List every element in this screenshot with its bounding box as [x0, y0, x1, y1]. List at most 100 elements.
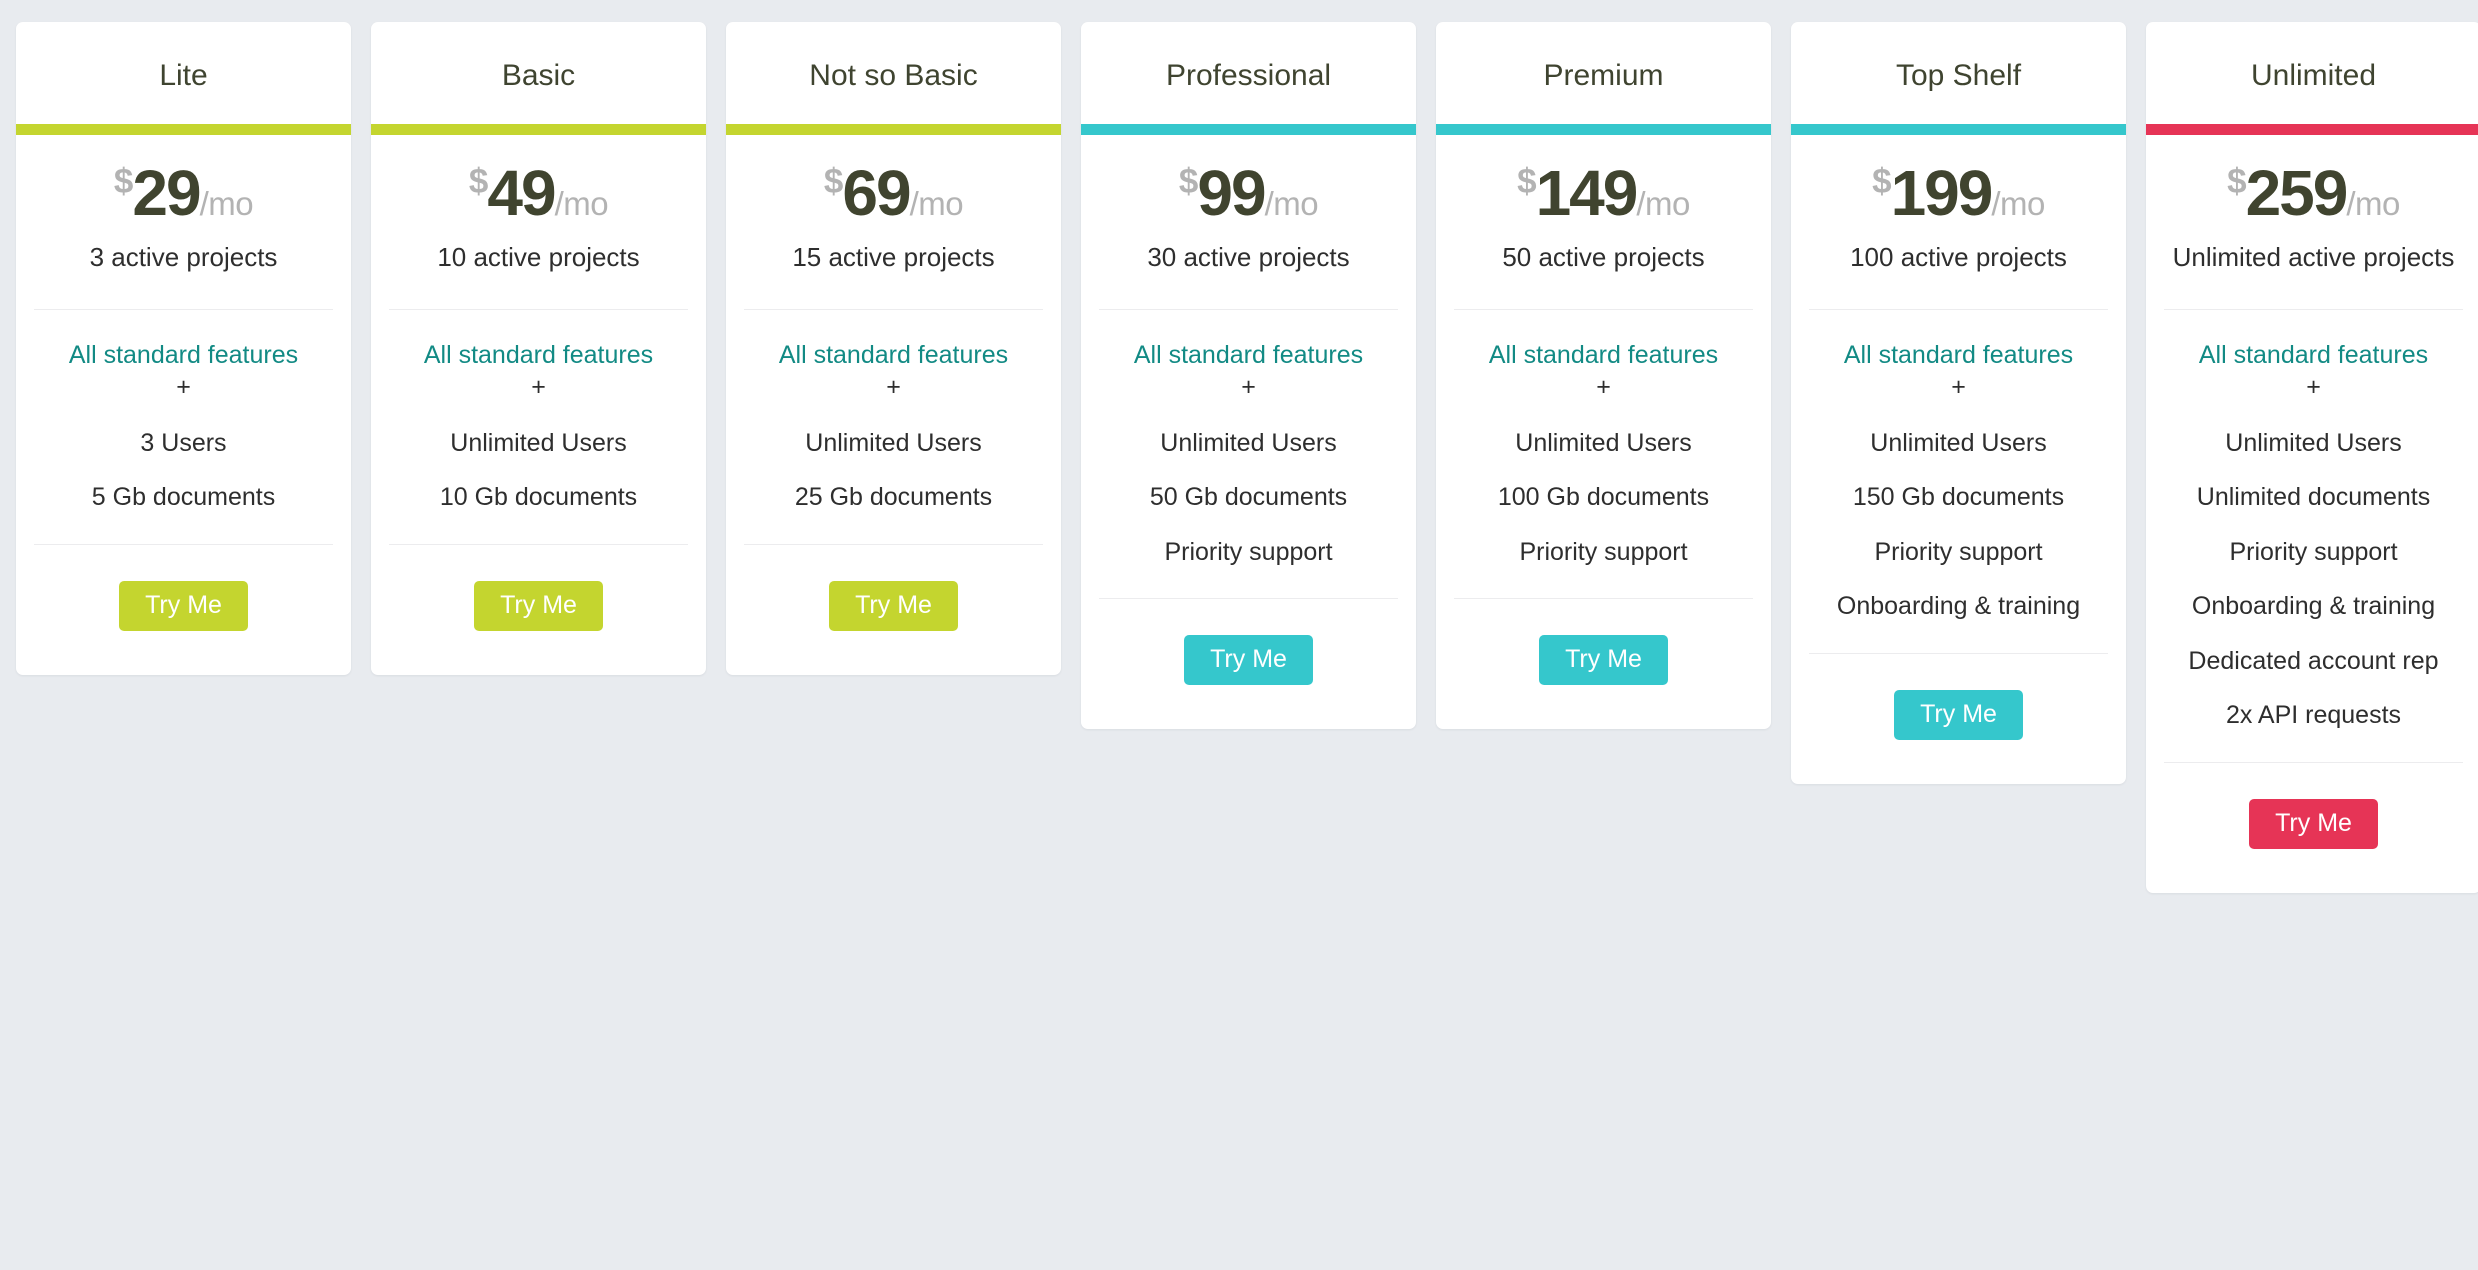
plan-features: All standard features + Unlimited Users 50 … [1081, 310, 1416, 599]
price-amount: 29 [132, 157, 201, 229]
plan-projects: 10 active projects [437, 242, 640, 272]
try-me-button[interactable]: Try Me [119, 580, 248, 631]
plan-features: All standard features +3 Users 5 Gb docume… [16, 310, 351, 544]
plan-card: Top Shelf $199/mo 100 active projects All s… [1791, 22, 2126, 784]
feature-head: All standard features [1488, 340, 1719, 369]
feature-item: Unlimited Users [2225, 428, 2402, 457]
plan-projects: 3 active projects [89, 242, 278, 272]
plan-projects: 50 active projects [1502, 242, 1705, 272]
price-row: $69/mo [742, 161, 1045, 225]
plan-projects: Unlimited active projects [2172, 242, 2455, 272]
plan-projects: 30 active projects [1147, 242, 1350, 272]
try-me-button[interactable]: Try Me [829, 580, 958, 631]
feature-plus: + [531, 373, 546, 402]
feature-item: 2x API requests [2225, 701, 2402, 730]
feature-item: 100 Gb documents [1497, 483, 1710, 512]
plan-price-block: $149/mo 50 active projects [1436, 135, 1771, 309]
plan-card: Lite $29/mo 3 active projects All standard … [16, 22, 351, 675]
plan-card: Not so Basic $69/mo 15 active projects All … [726, 22, 1061, 675]
price-period: /mo [2346, 185, 2400, 222]
plan-footer: Try Me [16, 545, 351, 675]
try-me-button[interactable]: Try Me [2249, 798, 2378, 849]
feature-item: 3 Users [140, 428, 227, 457]
price-amount: 99 [1197, 157, 1266, 229]
feature-item: Priority support [1519, 537, 1688, 566]
price-period: /mo [1264, 185, 1319, 222]
feature-head: All standard features [778, 340, 1009, 369]
currency-symbol: $ [2227, 162, 2246, 201]
plan-card: Basic $49/mo 10 active projects All standar… [371, 22, 706, 675]
feature-plus: + [886, 373, 901, 402]
try-me-button[interactable]: Try Me [1184, 635, 1313, 686]
price-amount: 259 [2245, 157, 2349, 229]
feature-item: Dedicated account rep [2188, 646, 2439, 675]
plan-features: All standard features + Unlimited Users Unl… [2146, 310, 2478, 762]
feature-plus: + [1241, 373, 1256, 402]
price-period: /mo [554, 185, 609, 222]
currency-symbol: $ [1178, 162, 1198, 201]
currency-symbol: $ [1517, 162, 1536, 201]
plan-card: Premium $149/mo 50 active projects All stan… [1436, 22, 1771, 730]
price-row: $99/mo [1097, 161, 1400, 225]
plan-accent-bar [726, 124, 1061, 135]
plan-footer: Try Me [371, 545, 706, 675]
plan-header: Basic [371, 22, 706, 124]
price-period: /mo [1636, 185, 1690, 222]
plan-header: Lite [16, 22, 351, 124]
price-row: $29/mo [32, 161, 335, 225]
price-row: $149/mo [1452, 161, 1755, 225]
feature-item: Unlimited Users [1870, 428, 2047, 457]
feature-item: 150 Gb documents [1852, 483, 2065, 512]
feature-item: Priority support [2229, 537, 2398, 566]
plan-projects: 15 active projects [792, 242, 995, 272]
plan-price-block: $29/mo 3 active projects [16, 135, 351, 309]
plan-accent-bar [1791, 124, 2126, 135]
price-period: /mo [199, 185, 254, 222]
feature-head: All standard features [1843, 340, 2074, 369]
plan-accent-bar [1436, 124, 1771, 135]
currency-symbol: $ [1872, 162, 1891, 201]
price-amount: 69 [842, 157, 911, 229]
price-row: $199/mo [1807, 161, 2110, 225]
price-amount: 49 [487, 157, 556, 229]
plan-name: Not so Basic [809, 59, 978, 92]
feature-item: Onboarding & training [1836, 592, 2081, 621]
feature-plus: + [1951, 373, 1966, 402]
plan-accent-bar [1081, 124, 1416, 135]
plan-price-block: $259/mo Unlimited active projects [2146, 135, 2478, 309]
plan-footer: Try Me [1436, 599, 1771, 729]
plan-name: Top Shelf [1895, 59, 2022, 92]
price-period: /mo [1991, 185, 2045, 222]
try-me-button[interactable]: Try Me [1894, 689, 2023, 740]
plan-name: Basic [501, 59, 576, 92]
price-row: $259/mo [2162, 161, 2465, 225]
feature-item: Onboarding & training [2191, 592, 2436, 621]
feature-item: 5 Gb documents [91, 483, 276, 512]
plan-price-block: $49/mo 10 active projects [371, 135, 706, 309]
feature-head: All standard features [423, 340, 654, 369]
currency-symbol: $ [113, 162, 133, 201]
plan-name: Premium [1543, 59, 1664, 92]
plan-header: Professional [1081, 22, 1416, 124]
plan-features: All standard features + Unlimited Users 100… [1436, 310, 1771, 599]
plan-name: Professional [1165, 59, 1332, 92]
plan-header: Premium [1436, 22, 1771, 124]
feature-item: Priority support [1874, 537, 2043, 566]
plan-accent-bar [16, 124, 351, 135]
try-me-button[interactable]: Try Me [1539, 635, 1668, 686]
feature-head: All standard features [1133, 340, 1364, 369]
currency-symbol: $ [823, 162, 843, 201]
plan-name: Lite [159, 59, 208, 92]
pricing-table: Lite $29/mo 3 active projects All standard … [0, 0, 2478, 893]
feature-item: Unlimited Users [450, 428, 627, 457]
plan-price-block: $199/mo 100 active projects [1791, 135, 2126, 309]
plan-header: Top Shelf [1791, 22, 2126, 124]
feature-item: Unlimited Users [1160, 428, 1337, 457]
try-me-button[interactable]: Try Me [474, 580, 603, 631]
plan-footer: Try Me [1791, 654, 2126, 784]
feature-item: Unlimited Users [1515, 428, 1692, 457]
plan-features: All standard features + Unlimited Users 10 … [371, 310, 706, 544]
feature-item: 50 Gb documents [1149, 483, 1348, 512]
price-amount: 149 [1535, 157, 1639, 229]
plan-footer: Try Me [726, 545, 1061, 675]
